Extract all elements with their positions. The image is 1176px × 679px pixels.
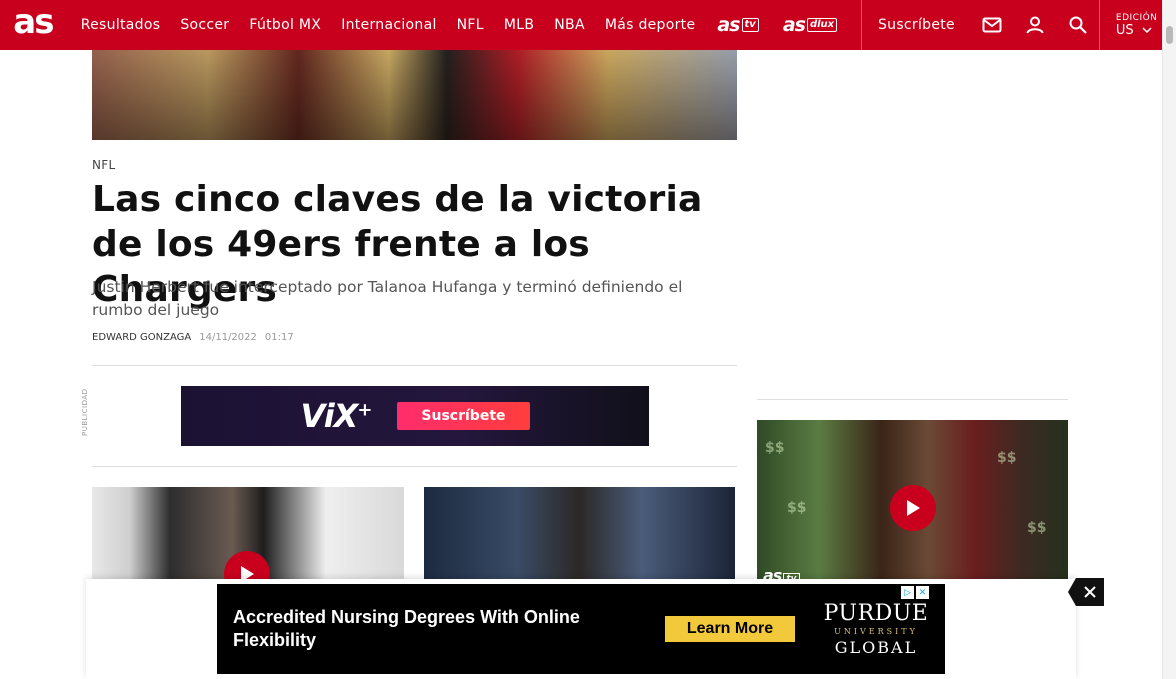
- article-author[interactable]: EDWARD GONZAGA: [92, 332, 191, 343]
- featured-video-card[interactable]: $$ $$ $$ $$ astv: [757, 420, 1068, 590]
- vix-logo-plus: +: [357, 399, 372, 421]
- ad-close-icon[interactable]: ✕: [916, 586, 929, 599]
- money-graphic: $$: [997, 450, 1017, 466]
- main-nav: Resultados Soccer Fútbol MX Internaciona…: [71, 0, 706, 50]
- nav-item-nfl[interactable]: NFL: [447, 17, 494, 33]
- newsletter-button[interactable]: [971, 0, 1014, 50]
- related-video-thumbnail[interactable]: [92, 487, 404, 587]
- article-hero-image: [92, 50, 737, 140]
- adchoices-icon[interactable]: ▷: [901, 586, 914, 599]
- article-time: 01:17: [264, 332, 294, 343]
- money-graphic: $$: [765, 440, 785, 456]
- vix-subscribe-button[interactable]: Suscríbete: [397, 402, 530, 430]
- divider: [92, 365, 737, 366]
- account-button[interactable]: [1014, 0, 1057, 50]
- money-graphic: $$: [1027, 520, 1047, 536]
- vix-logo: ViX+: [300, 397, 372, 435]
- ad-brand-line2: UNIVERSITY: [834, 627, 918, 636]
- as-tv-logo: as: [717, 14, 740, 36]
- ad-brand-line3: GLOBAL: [834, 638, 918, 657]
- hero-image-shade: [92, 50, 737, 140]
- article-section-tag[interactable]: NFL: [92, 158, 115, 172]
- divider: [92, 466, 737, 467]
- chevron-down-icon: [1142, 27, 1152, 33]
- video-play-button[interactable]: [890, 485, 936, 531]
- close-icon: [1084, 586, 1096, 598]
- play-icon: [907, 500, 920, 516]
- mail-icon: [982, 17, 1002, 33]
- subscribe-link[interactable]: Suscríbete: [862, 17, 971, 33]
- ad-choices[interactable]: ▷ ✕: [901, 586, 929, 599]
- article-date: 14/11/2022: [199, 332, 257, 343]
- edition-value: US: [1115, 22, 1134, 38]
- edition-value-row: US: [1116, 23, 1162, 38]
- as-logo[interactable]: as: [0, 0, 66, 50]
- nav-item-mas-deporte[interactable]: Más deporte: [595, 17, 706, 33]
- ad-headline: Accredited Nursing Degrees With Online F…: [233, 607, 580, 650]
- nav-item-soccer[interactable]: Soccer: [170, 17, 239, 33]
- ad-learn-more-button[interactable]: Learn More: [665, 616, 795, 642]
- nav-item-mlb[interactable]: MLB: [494, 17, 544, 33]
- nav-item-internacional[interactable]: Internacional: [331, 17, 446, 33]
- article-summary: Justin Herbert fue interceptado por Tala…: [92, 278, 683, 319]
- scrollbar-thumb[interactable]: [1166, 26, 1173, 44]
- advertising-label: PUBLICIDAD: [81, 388, 89, 436]
- money-graphic: $$: [787, 500, 807, 516]
- search-icon: [1069, 16, 1087, 34]
- vix-logo-text: ViX: [300, 397, 358, 435]
- edition-selector[interactable]: EDICIÓN US: [1100, 0, 1162, 50]
- page: as Resultados Soccer Fútbol MX Internaci…: [0, 0, 1176, 679]
- user-icon: [1026, 16, 1044, 34]
- as-tv-link[interactable]: as tv: [705, 14, 770, 36]
- purdue-ad-banner[interactable]: Accredited Nursing Degrees With Online F…: [217, 584, 945, 674]
- article-byline: EDWARD GONZAGA 14/11/2022 01:17: [92, 332, 294, 343]
- nav-item-futbol-mx[interactable]: Fútbol MX: [239, 17, 331, 33]
- divider: [757, 399, 1068, 400]
- top-nav-bar: as Resultados Soccer Fútbol MX Internaci…: [0, 0, 1162, 50]
- vix-ad-banner[interactable]: ViX+ Suscríbete: [181, 386, 649, 446]
- nav-item-nba[interactable]: NBA: [544, 17, 595, 33]
- search-button[interactable]: [1056, 0, 1099, 50]
- ad-brand-line1: PURDUE: [823, 601, 929, 626]
- edition-label: EDICIÓN: [1115, 12, 1158, 23]
- related-article-thumbnail[interactable]: [424, 487, 735, 587]
- as-deluxe-tag: dlux: [806, 18, 838, 32]
- purdue-global-logo: PURDUE UNIVERSITY GLOBAL: [817, 602, 935, 658]
- nav-item-resultados[interactable]: Resultados: [71, 17, 171, 33]
- as-tv-tag: tv: [741, 18, 759, 32]
- as-deluxe-logo: as: [782, 14, 806, 36]
- close-ad-button[interactable]: [1068, 578, 1104, 606]
- as-deluxe-link[interactable]: as dlux: [771, 14, 849, 36]
- page-scrollbar[interactable]: [1162, 0, 1176, 679]
